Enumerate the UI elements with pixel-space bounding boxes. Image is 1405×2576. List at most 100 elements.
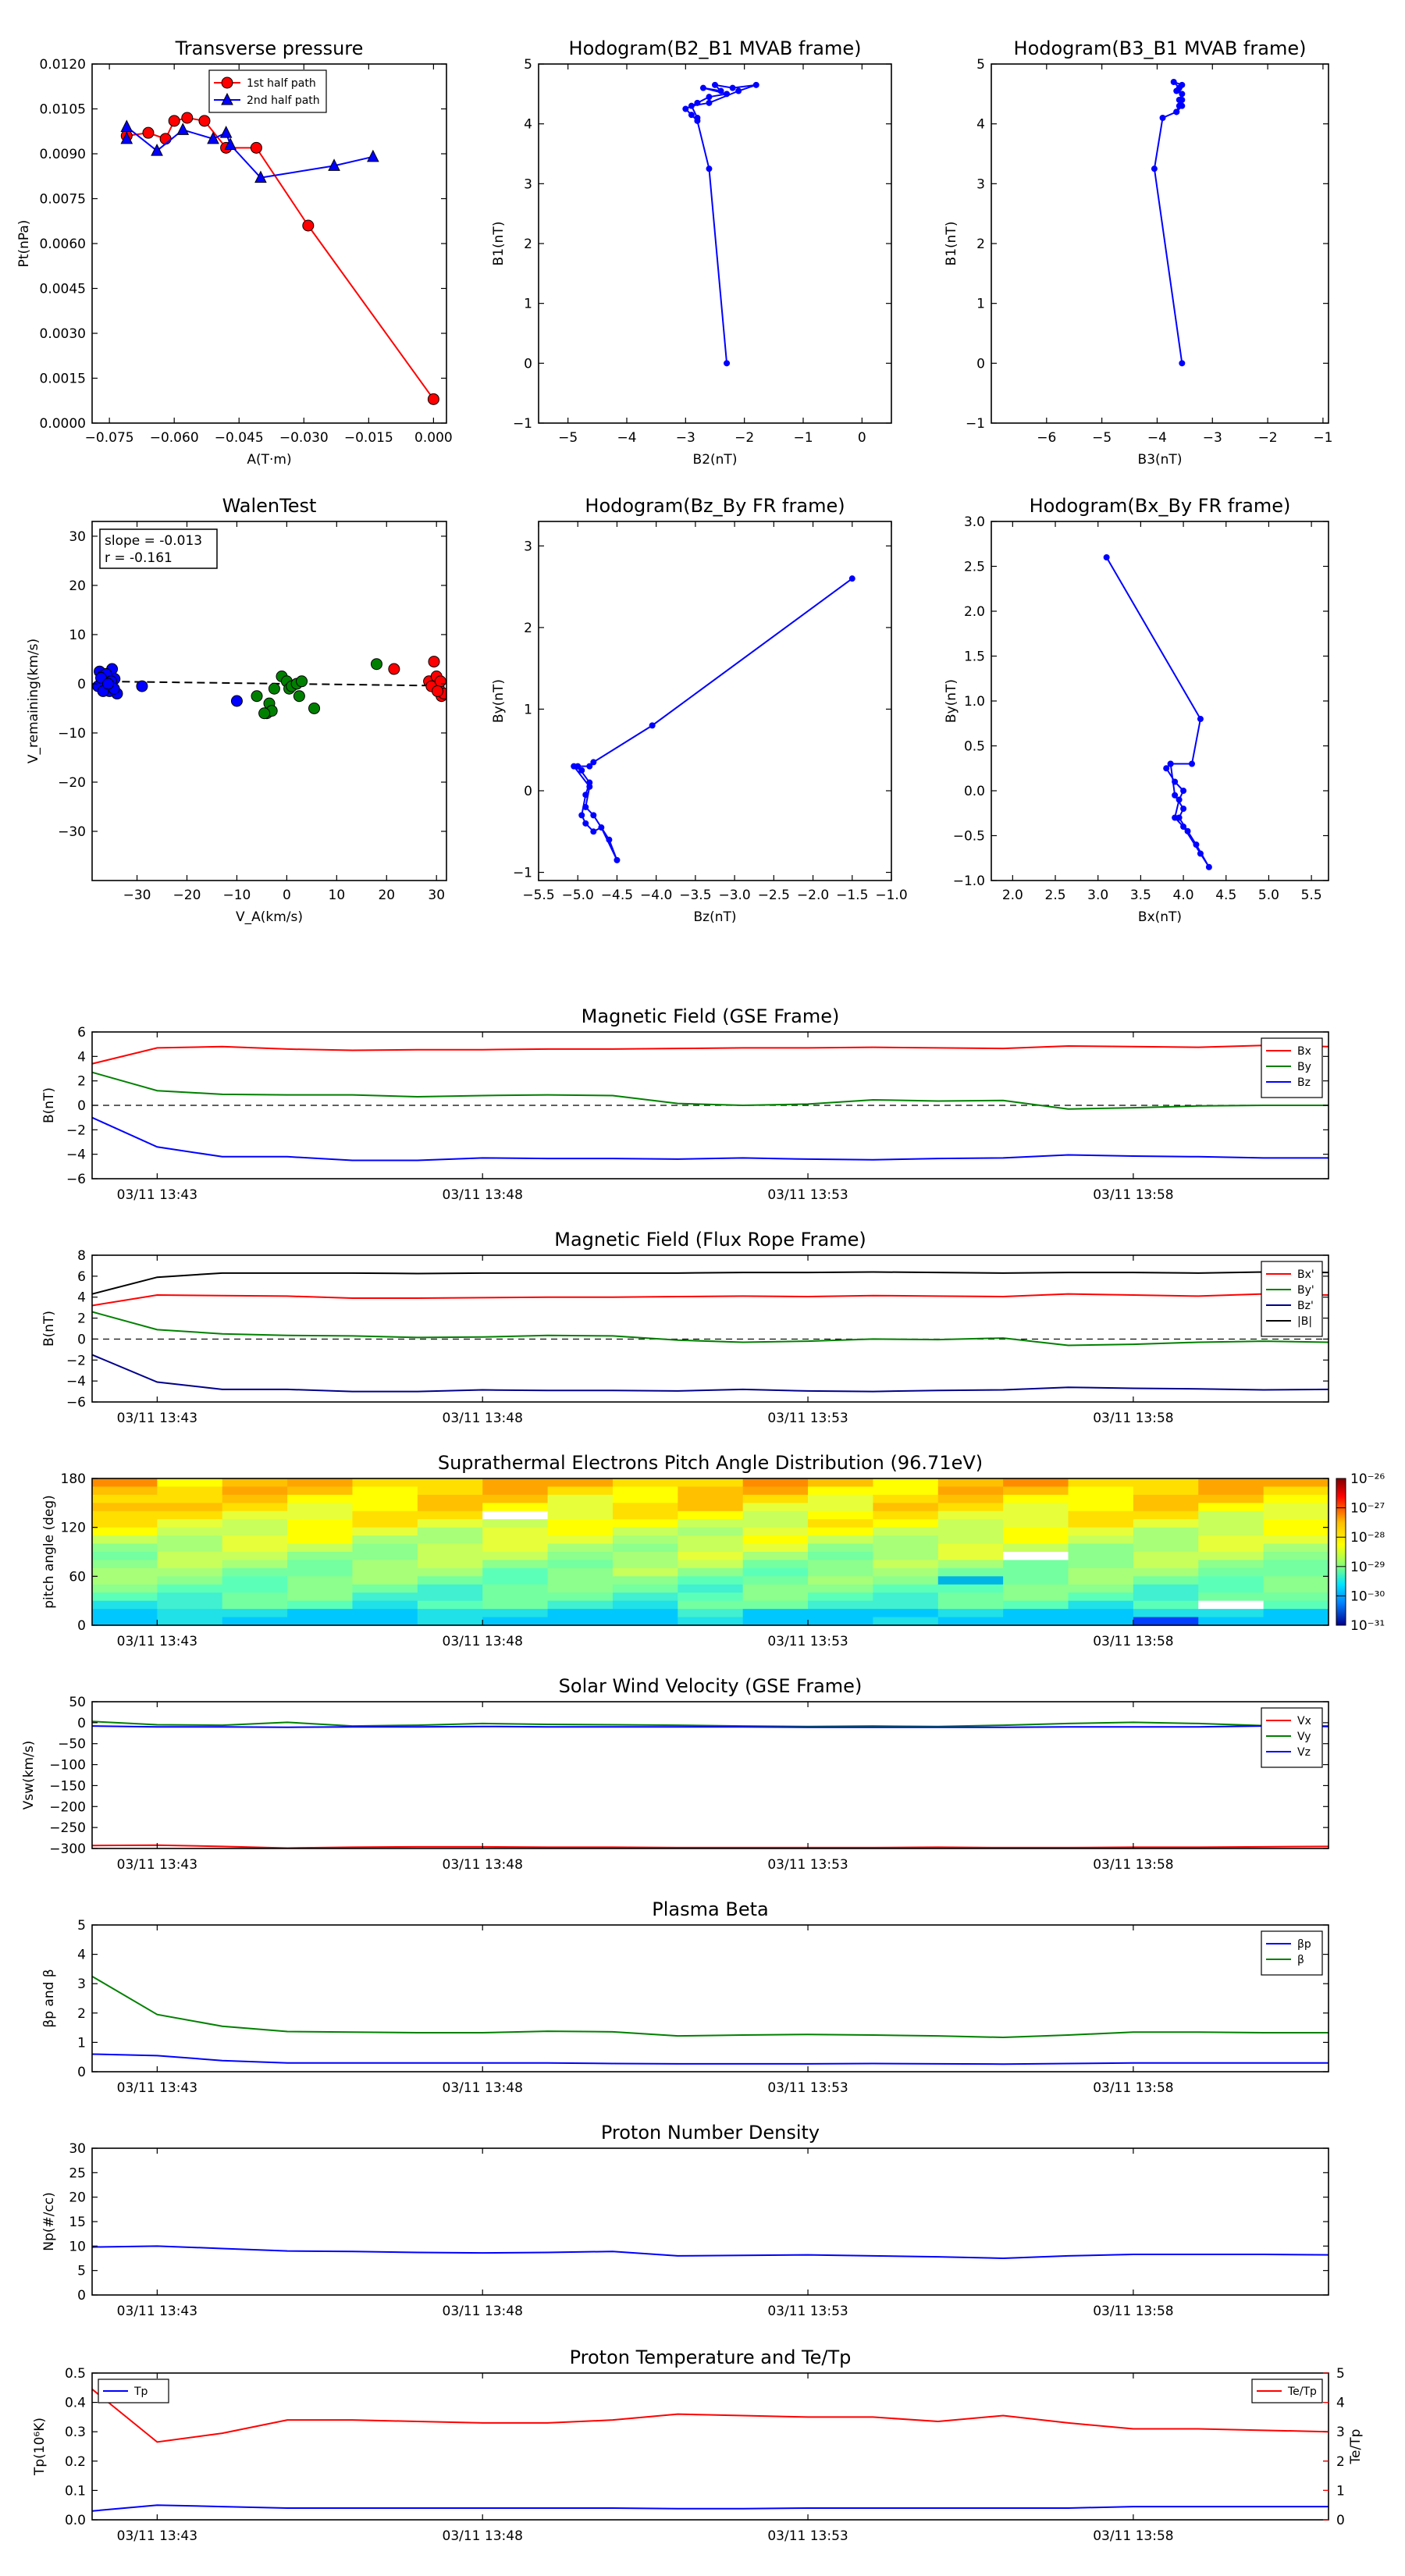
heatmap-cell bbox=[873, 1510, 939, 1520]
heatmap-cell bbox=[482, 1519, 549, 1528]
y-axis-label: By(nT) bbox=[491, 679, 507, 723]
y-tick-label: 0.0000 bbox=[40, 416, 86, 432]
heatmap-cell bbox=[1003, 1552, 1069, 1561]
chart-pt: −0.075 −0.060 −0.045 −0.030 −0.015 0.000 0.000… bbox=[16, 37, 453, 468]
heatmap-cell bbox=[808, 1617, 874, 1626]
figure-canvas: −0.075 −0.060 −0.045 −0.030 −0.015 0.0000.000… bbox=[16, 37, 1385, 2544]
heatmap-cell bbox=[287, 1552, 354, 1561]
heatmap-cell bbox=[222, 1478, 288, 1488]
heatmap-cell bbox=[1133, 1567, 1199, 1577]
heatmap-cell bbox=[678, 1519, 744, 1528]
point bbox=[296, 675, 308, 688]
heatmap-cell bbox=[612, 1519, 678, 1528]
x-tick-label: −3.5 bbox=[679, 888, 711, 903]
point bbox=[181, 112, 194, 124]
x-tick-label: 3.5 bbox=[1130, 888, 1151, 903]
heatmap-cell bbox=[482, 1592, 549, 1602]
heatmap-cell bbox=[1198, 1560, 1264, 1569]
heatmap-cell bbox=[482, 1560, 549, 1569]
heatmap-cell bbox=[937, 1560, 1004, 1569]
heatmap-cell bbox=[222, 1527, 288, 1536]
point bbox=[431, 685, 443, 697]
y-tick-label: −300 bbox=[49, 1841, 86, 1857]
heatmap-cell bbox=[157, 1617, 223, 1626]
point bbox=[712, 81, 718, 88]
heatmap-cell bbox=[92, 1609, 158, 1618]
point bbox=[1179, 360, 1186, 367]
heatmap-cell bbox=[1263, 1543, 1329, 1553]
y-axis-label: B(nT) bbox=[41, 1311, 57, 1347]
heatmap-cell bbox=[417, 1478, 483, 1488]
heatmap-cell bbox=[352, 1478, 418, 1488]
x-tick-label: −5.5 bbox=[522, 888, 554, 903]
heatmap-cell bbox=[222, 1494, 288, 1503]
heatmap-cell bbox=[547, 1576, 614, 1585]
heatmap-cell bbox=[1198, 1592, 1264, 1602]
heatmap-cell bbox=[287, 1519, 354, 1528]
chart-vsw: −300 −250 −200 −150 −100 −50 0 50 Solar Wind Vel… bbox=[21, 1675, 1329, 1873]
annotation-slope: slope = -0.013 bbox=[105, 533, 202, 549]
colorbar-label: 10⁻²⁹ bbox=[1350, 1560, 1385, 1575]
heatmap-cell bbox=[92, 1510, 158, 1520]
y-tick-label: 0.2 bbox=[65, 2454, 86, 2470]
heatmap-cell bbox=[612, 1478, 678, 1488]
heatmap-cell bbox=[157, 1503, 223, 1512]
heatmap-cell bbox=[1003, 1503, 1069, 1512]
y-tick-label: 0.5 bbox=[65, 2366, 86, 2382]
heatmap-cell bbox=[742, 1552, 809, 1561]
point bbox=[590, 812, 597, 819]
heatmap-cell bbox=[1068, 1584, 1134, 1593]
y-tick-label: 25 bbox=[69, 2165, 86, 2181]
heatmap-cell bbox=[92, 1560, 158, 1569]
heatmap-cell bbox=[1198, 1576, 1264, 1585]
heatmap-cell bbox=[1068, 1576, 1134, 1585]
heatmap-cell bbox=[157, 1592, 223, 1602]
heatmap-cell bbox=[1198, 1478, 1264, 1488]
point bbox=[250, 141, 262, 154]
heatmap-cell bbox=[873, 1519, 939, 1528]
y-tick-label: 2 bbox=[77, 2006, 86, 2022]
heatmap-cell bbox=[547, 1503, 614, 1512]
heatmap-cell bbox=[1068, 1552, 1134, 1561]
heatmap-cell bbox=[937, 1592, 1004, 1602]
heatmap-cell bbox=[678, 1494, 744, 1503]
heatmap-cell bbox=[1068, 1567, 1134, 1577]
heatmap-cell bbox=[937, 1527, 1004, 1536]
y-tick-label: 0 bbox=[77, 1332, 86, 1347]
plot-area bbox=[92, 1702, 1329, 1848]
x-axis-label: A(T·m) bbox=[247, 452, 291, 468]
heatmap-cell bbox=[352, 1519, 418, 1528]
y-tick-label: 1 bbox=[77, 2035, 86, 2051]
chart-title: Plasma Beta bbox=[652, 1898, 768, 1920]
heatmap-cell bbox=[547, 1609, 614, 1618]
x-tick-label: −10 bbox=[222, 888, 251, 903]
y-tick-label: 0.3 bbox=[65, 2425, 86, 2440]
heatmap-cell bbox=[92, 1503, 158, 1512]
y-tick-label: 5 bbox=[77, 1918, 86, 1934]
x-tick-label: −1 bbox=[793, 430, 813, 446]
heatmap-cell bbox=[742, 1609, 809, 1618]
chart-bgse: −6 −4 −2 0 2 4 6 Magnetic Field (GSE Frame) B(nT… bbox=[41, 1005, 1329, 1203]
heatmap-cell bbox=[1068, 1494, 1134, 1503]
heatmap-cell bbox=[417, 1567, 483, 1577]
heatmap-cell bbox=[873, 1592, 939, 1602]
legend-frame bbox=[1261, 1707, 1323, 1768]
heatmap-cell bbox=[157, 1543, 223, 1553]
y-tick-label: 0 bbox=[524, 356, 532, 372]
y-tick-label: 0.0030 bbox=[40, 326, 86, 342]
heatmap-cell bbox=[417, 1560, 483, 1569]
point bbox=[1184, 827, 1191, 834]
legend-label: Bz bbox=[1297, 1076, 1311, 1089]
y-tick-label: 3 bbox=[976, 176, 985, 192]
y-tick-label: 6 bbox=[77, 1269, 86, 1285]
chart-h21: −5 −4 −3 −2 −1 0 −1 0 1 2 3 4 5 Hodogram(B2_B1 MVAB f… bbox=[491, 37, 892, 468]
y-axis-label: V_remaining(km/s) bbox=[26, 639, 41, 763]
heatmap-cell bbox=[742, 1560, 809, 1569]
heatmap-cell bbox=[742, 1576, 809, 1585]
colorbar-bar bbox=[1336, 1478, 1346, 1626]
point bbox=[649, 722, 656, 729]
heatmap-cell bbox=[742, 1486, 809, 1496]
heatmap-cell bbox=[1198, 1510, 1264, 1520]
legend-label: Bx' bbox=[1297, 1268, 1314, 1281]
heatmap-cell bbox=[808, 1560, 874, 1569]
